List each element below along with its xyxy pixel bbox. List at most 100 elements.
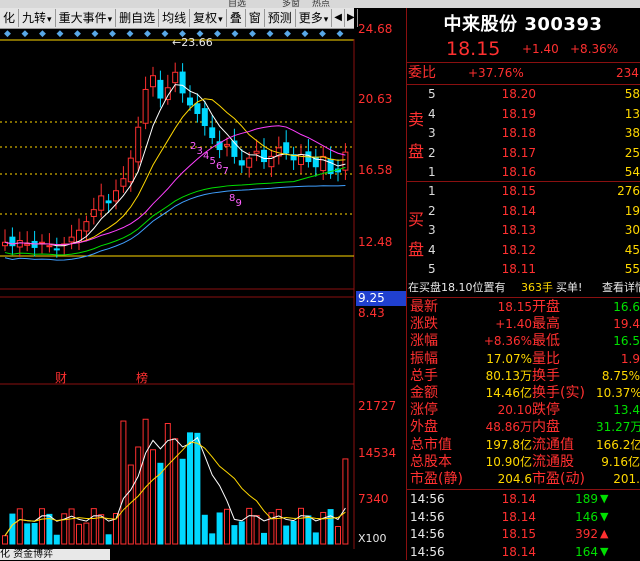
tick-price: 18.14 — [501, 509, 536, 524]
sell-level-row[interactable]: 1 18.16 54 — [406, 163, 640, 181]
diamond-marker-icon[interactable]: ◆ — [284, 29, 291, 39]
stat-value: 18.15 — [497, 300, 532, 314]
nav-next-button[interactable]: ▶ — [345, 9, 358, 27]
stat-label: 最新 — [410, 299, 438, 315]
top-strip-item[interactable]: 自选 — [228, 0, 246, 8]
candle-body — [320, 155, 327, 172]
candle-body — [157, 79, 164, 99]
stat-label: 开盘 — [532, 299, 560, 315]
sell-level-row[interactable]: 4 18.19 13 — [406, 105, 640, 123]
diamond-marker-icon[interactable]: ◆ — [249, 29, 256, 39]
toolbar-button[interactable]: 叠 — [227, 9, 246, 27]
buy-level-row[interactable]: 4 18.12 45 — [406, 241, 640, 259]
buy-alert-detail-link[interactable]: 查看详情 — [602, 279, 640, 297]
tick-volume: 164 — [575, 544, 598, 559]
arrow-up-icon: ▲ — [600, 527, 609, 540]
candle-body — [83, 221, 90, 232]
volume-bar — [187, 432, 193, 545]
event-marker-finance[interactable]: 财 — [55, 369, 67, 386]
diamond-marker-icon[interactable]: ◆ — [162, 29, 169, 39]
toolbar-button[interactable]: 化 — [0, 9, 20, 27]
sell-level-row[interactable]: 2 18.17 25 — [406, 144, 640, 162]
sell-level-row[interactable]: 3 18.18 38 — [406, 124, 640, 142]
diamond-marker-icon[interactable]: ◆ — [39, 29, 46, 39]
buy-level-row[interactable]: 3 18.13 30 — [406, 221, 640, 239]
volume-bar — [201, 514, 208, 545]
volume-bar — [105, 534, 112, 545]
volume-bar — [246, 507, 253, 545]
tick-price: 18.14 — [501, 544, 536, 559]
tick-row: 14:56 18.15 392 ▲ — [406, 525, 640, 543]
candle-body — [127, 157, 134, 183]
candle-body — [253, 150, 260, 154]
high-price-annotation: ←23.66 — [172, 36, 213, 49]
top-strip-item[interactable]: 热点 — [312, 0, 330, 8]
diamond-marker-icon[interactable]: ◆ — [57, 29, 64, 39]
diamond-marker-icon[interactable]: ◆ — [214, 29, 221, 39]
nav-prev-button[interactable]: ◀ — [332, 9, 345, 27]
toolbar-button[interactable]: 预测 — [265, 9, 296, 27]
stat-label: 换手(实) — [532, 385, 585, 401]
diamond-marker-icon[interactable]: ◆ — [92, 29, 99, 39]
buy-level-row[interactable]: 2 18.14 19 — [406, 202, 640, 220]
buy-alert-text: 在买盘18.10位置有 — [408, 281, 506, 294]
weibi-row: 委比 +37.76% 234 — [406, 64, 640, 82]
stat-label: 流通值 — [532, 436, 574, 453]
event-marker-list[interactable]: 榜 — [136, 369, 148, 386]
diamond-marker-icon[interactable]: ◆ — [22, 29, 29, 39]
chart-toolbar: 化九转重大事件删自选均线复权叠窗预测更多◀▶ — [0, 8, 358, 29]
diamond-marker-icon[interactable]: ◆ — [302, 29, 309, 39]
level-number: 1 — [428, 184, 436, 198]
tick-price: 18.14 — [501, 492, 536, 506]
diamond-marker-icon[interactable]: ◆ — [74, 29, 81, 39]
arrow-down-icon: ▼ — [600, 492, 609, 505]
stats-table: 最新 18.15 开盘 16.6 涨跌 +1.40 最高 19.4 涨幅 +8.36% 最低 16.5… — [406, 298, 640, 488]
stat-label: 换手 — [532, 367, 560, 384]
stat-row: 总股本 10.90亿 流通股 9.16亿 — [406, 453, 640, 471]
toolbar-button[interactable]: 删自选 — [116, 9, 160, 27]
diamond-marker-icon[interactable]: ◆ — [232, 29, 239, 39]
candle-body — [209, 127, 216, 139]
diamond-marker-icon[interactable]: ◆ — [109, 29, 116, 39]
last-price: 18.15 — [446, 38, 501, 60]
toolbar-button[interactable]: 更多 — [296, 9, 333, 27]
indicator-tabs[interactable]: 化 资金博弈 — [0, 549, 110, 560]
diamond-marker-icon[interactable]: ◆ — [127, 29, 134, 39]
nine-turn-label: 8 — [229, 193, 235, 204]
toolbar-button[interactable]: 均线 — [159, 9, 191, 27]
diamond-marker-icon[interactable]: ◆ — [319, 29, 326, 39]
tick-volume: 392 — [575, 527, 598, 541]
volume-bar — [231, 525, 238, 545]
volume-bar — [150, 449, 156, 545]
buy-level-row[interactable]: 5 18.11 55 — [406, 260, 640, 278]
toolbar-button[interactable]: 九转 — [19, 9, 56, 27]
stat-row: 总手 80.13万 换手 8.75% — [406, 367, 640, 385]
volume-bar — [283, 525, 290, 545]
toolbar-button[interactable]: 复权 — [190, 9, 227, 27]
diamond-marker-icon[interactable]: ◆ — [267, 29, 274, 39]
volume-bar — [142, 418, 149, 545]
sell-level-row[interactable]: 5 18.20 58 — [406, 85, 640, 103]
top-strip-item[interactable]: 多窗 — [282, 0, 300, 8]
diamond-marker-icon[interactable]: ◆ — [4, 29, 11, 39]
stat-label: 最低 — [532, 333, 560, 350]
stat-value: 204.6 — [497, 472, 532, 486]
lower-axis-label: 8.43 — [358, 306, 385, 320]
diamond-marker-icon[interactable]: ◆ — [337, 29, 344, 39]
stat-value: 13.4 — [613, 403, 640, 418]
kline-chart[interactable]: 2 3 4 5 6 7 8 9 — [0, 39, 356, 549]
volume-bar — [172, 438, 179, 545]
candle-body — [150, 75, 156, 88]
buy-level-row[interactable]: 1 18.15 276 — [406, 182, 640, 200]
candle-body — [120, 178, 127, 187]
tick-row: 14:56 18.14 146 ▼ — [406, 508, 640, 526]
toolbar-button[interactable]: 窗 — [246, 9, 265, 27]
volume-bar — [261, 532, 267, 545]
stat-label: 跌停 — [532, 402, 560, 419]
volume-bar — [53, 534, 60, 545]
volume-bar — [31, 522, 38, 545]
toolbar-button[interactable]: 重大事件 — [56, 9, 117, 27]
diamond-marker-icon[interactable]: ◆ — [144, 29, 151, 39]
candle-body — [142, 88, 149, 124]
volume-bar — [9, 513, 16, 545]
